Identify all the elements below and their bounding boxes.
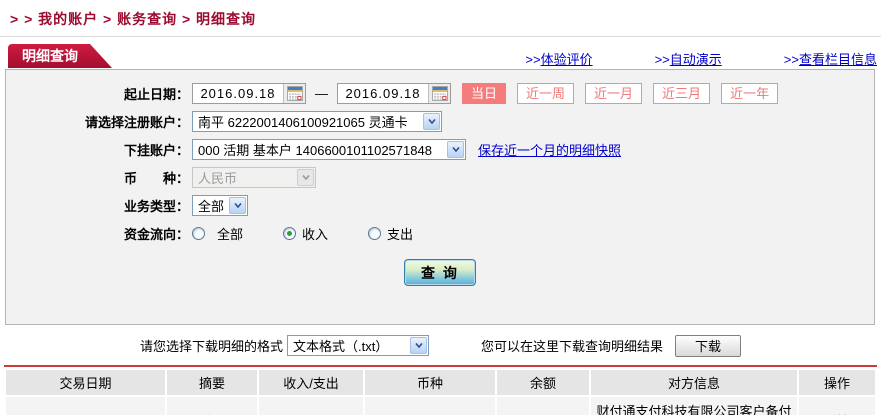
flow-option-label: 收入	[302, 227, 329, 242]
table-row: 2016-09-18 DF提现 +180.00 人民币 727.68 财付通支付…	[6, 395, 875, 415]
date-range-dash: —	[315, 86, 328, 101]
chevron-down-icon	[297, 169, 314, 186]
sub-account-value: 000 活期 基本户 1406600101102571848	[198, 143, 432, 158]
date-from-box	[192, 83, 306, 104]
chevron-down-icon	[447, 141, 464, 158]
calendar-icon	[431, 86, 448, 101]
save-snapshot-link[interactable]: 保存近一个月的明细快照	[478, 140, 621, 159]
date-to-calendar-button[interactable]	[428, 84, 450, 103]
cell-action: 详情	[797, 395, 875, 415]
cell-summary: DF提现	[165, 395, 258, 415]
business-type-select[interactable]: 全部	[192, 195, 248, 216]
currency-label: 币 种：	[123, 171, 189, 186]
download-row: 请您选择下载明细的格式 文本格式（.txt） 您可以在这里下载查询明细结果 下载	[0, 334, 881, 357]
radio-checked-icon	[283, 227, 297, 240]
header-currency: 币种	[363, 370, 496, 396]
header-summary: 摘要	[165, 370, 258, 396]
query-button-row: 查 询	[6, 259, 874, 286]
link-prefix: >>	[783, 52, 799, 67]
flow-option-label: 支出	[387, 227, 414, 242]
link-prefix: >>	[525, 52, 541, 67]
date-from-calendar-button[interactable]	[283, 84, 305, 103]
top-links: >>体验评价 >>自动演示 >>查看栏目信息	[463, 49, 881, 68]
quick-range-month-button[interactable]: 近一月	[585, 83, 643, 104]
fund-flow-row: 资金流向： 全部 收入 支出	[6, 223, 874, 244]
currency-row: 币 种： 人民币	[6, 167, 874, 188]
sub-account-select[interactable]: 000 活期 基本户 1406600101102571848	[192, 139, 466, 160]
chevron-down-icon	[423, 113, 440, 130]
query-button[interactable]: 查 询	[404, 259, 476, 286]
link-experience-review[interactable]: >>体验评价	[525, 49, 592, 68]
date-to-box	[337, 83, 451, 104]
date-range-row: 起止日期： —	[6, 83, 874, 104]
link-auto-demo[interactable]: >>自动演示	[655, 49, 722, 68]
results-table: 交易日期 摘要 收入/支出 币种 余额 对方信息 操作 2016-09-18 D…	[6, 370, 875, 415]
sub-account-row: 下挂账户： 000 活期 基本户 1406600101102571848 保存近…	[6, 139, 874, 160]
tab-detail-query[interactable]: 明细查询	[8, 44, 112, 68]
detail-query-page: > > 我的账户 > 账务查询 > 明细查询 明细查询 >>体验评价 >>自动演…	[0, 0, 881, 415]
register-account-row: 请选择注册账户： 南平 6222001406100921065 灵通卡	[6, 111, 874, 132]
register-account-value: 南平 6222001406100921065 灵通卡	[198, 115, 408, 130]
download-button[interactable]: 下载	[675, 334, 742, 357]
cell-counterparty: 财付通支付科技有限公司客户备付金	[589, 395, 798, 415]
calendar-icon	[286, 86, 303, 101]
quick-range-today-button[interactable]: 当日	[462, 83, 507, 104]
link-label: 查看栏目信息	[798, 52, 877, 67]
breadcrumb-divider	[0, 36, 881, 37]
flow-radio-income[interactable]: 收入	[283, 224, 328, 243]
quick-range-3months-button[interactable]: 近三月	[653, 83, 711, 104]
cell-trade-date: 2016-09-18	[6, 395, 166, 415]
header-action: 操作	[797, 370, 875, 396]
date-from-input[interactable]	[193, 85, 283, 102]
radio-icon	[192, 227, 205, 240]
date-to-input[interactable]	[338, 85, 428, 102]
cell-currency: 人民币	[363, 395, 496, 415]
flow-radio-all[interactable]: 全部	[192, 224, 243, 243]
link-label: 自动演示	[669, 52, 722, 67]
sub-account-label: 下挂账户：	[123, 143, 189, 158]
download-format-select[interactable]: 文本格式（.txt）	[287, 335, 429, 356]
link-column-info[interactable]: >>查看栏目信息	[784, 49, 877, 68]
quick-range-week-button[interactable]: 近一周	[517, 83, 575, 104]
download-hint: 您可以在这里下载查询明细结果	[481, 339, 664, 354]
cell-balance: 727.68	[495, 395, 590, 415]
fund-flow-label: 资金流向：	[123, 227, 189, 242]
business-type-row: 业务类型： 全部	[6, 195, 874, 216]
header-income-expense: 收入/支出	[257, 370, 364, 396]
flow-radio-expense[interactable]: 支出	[368, 224, 413, 243]
header-trade-date: 交易日期	[6, 370, 166, 396]
radio-icon	[368, 227, 382, 240]
chevron-down-icon	[410, 337, 427, 354]
query-form-panel: 起止日期： —	[5, 69, 875, 325]
download-format-value: 文本格式（.txt）	[293, 339, 389, 354]
flow-option-label: 全部	[217, 227, 244, 242]
register-account-label: 请选择注册账户：	[84, 115, 189, 130]
currency-value: 人民币	[198, 171, 238, 186]
tab-row: 明细查询 >>体验评价 >>自动演示 >>查看栏目信息	[0, 44, 881, 68]
chevron-down-icon	[229, 197, 246, 214]
link-label: 体验评价	[540, 52, 593, 67]
table-top-divider	[4, 365, 877, 367]
table-header-row: 交易日期 摘要 收入/支出 币种 余额 对方信息 操作	[6, 370, 875, 396]
cell-amount: +180.00	[257, 395, 364, 415]
download-format-label: 请您选择下载明细的格式	[139, 339, 283, 354]
header-counterparty: 对方信息	[589, 370, 798, 396]
currency-select: 人民币	[192, 167, 316, 188]
header-balance: 余额	[495, 370, 590, 396]
quick-range-year-button[interactable]: 近一年	[721, 83, 779, 104]
date-range-label: 起止日期：	[123, 87, 189, 102]
business-type-value: 全部	[198, 199, 225, 214]
link-prefix: >>	[654, 52, 670, 67]
breadcrumb[interactable]: > > 我的账户 > 账务查询 > 明细查询	[0, 0, 881, 29]
business-type-label: 业务类型：	[123, 199, 189, 214]
register-account-select[interactable]: 南平 6222001406100921065 灵通卡	[192, 111, 442, 132]
